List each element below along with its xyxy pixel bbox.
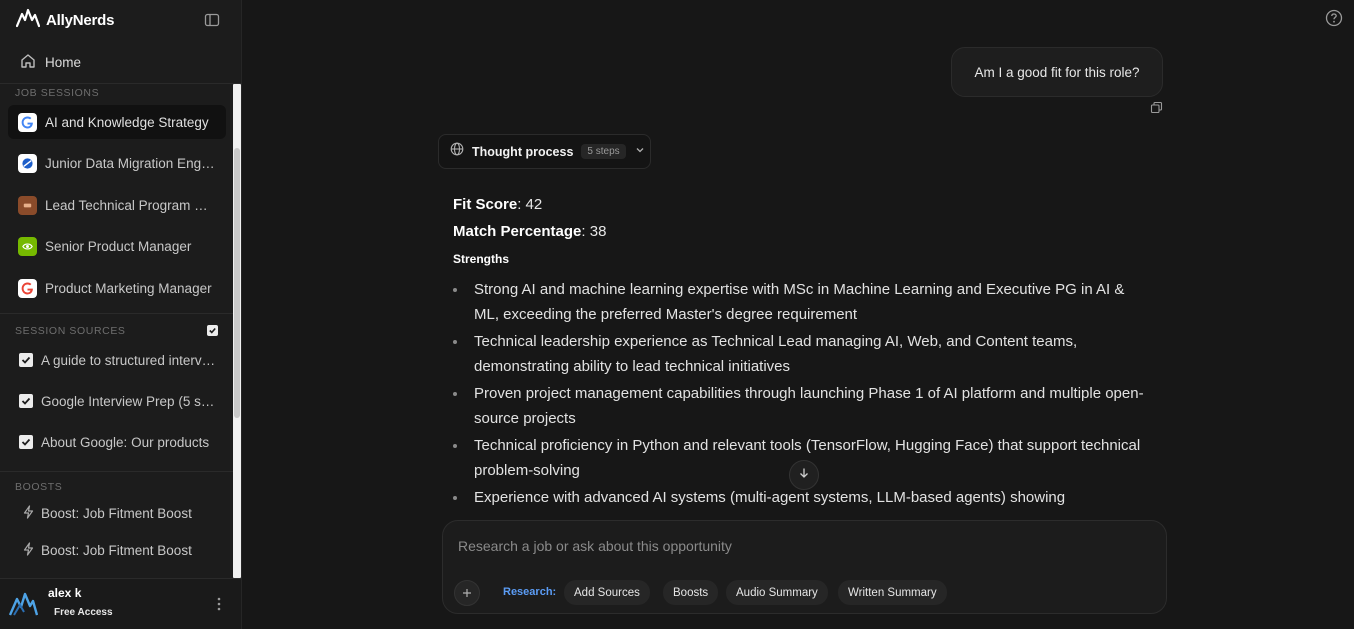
job-session-label: AI and Knowledge Strategy [45, 114, 209, 130]
session-source-label: A guide to structured interviews [41, 352, 216, 368]
source-checkbox[interactable] [19, 353, 33, 367]
strengths-heading: Strengths [453, 252, 510, 266]
copy-icon[interactable] [1150, 101, 1163, 114]
user-message-bubble: Am I a good fit for this role? [951, 47, 1163, 97]
source-checkbox[interactable] [19, 394, 33, 408]
sidebar-scrollbar[interactable] [233, 84, 241, 578]
boost-label: Boost: Job Fitment Boost [41, 505, 192, 521]
nav-home-label: Home [45, 54, 82, 70]
more-vertical-icon[interactable] [212, 596, 226, 612]
session-source-item[interactable]: A guide to structured interviews [19, 349, 224, 371]
company-logo-icon [18, 153, 37, 173]
fit-score-label: Fit Score [453, 196, 518, 213]
job-sessions-title: JOB SESSIONS [15, 87, 100, 99]
sidebar: AllyNerds Home JOB SESSIONS AI and Knowl… [0, 0, 242, 629]
user-profile[interactable]: alex k Free Access [0, 578, 241, 629]
google-logo-icon [18, 112, 37, 132]
google-logo-icon [18, 278, 37, 298]
divider [0, 471, 233, 472]
steps-badge: 5 steps [581, 144, 626, 159]
composer: Research: Add Sources Boosts Audio Summa… [442, 520, 1167, 614]
scrollbar-thumb[interactable] [234, 148, 240, 418]
add-sources-chip[interactable]: Add Sources [564, 580, 650, 605]
source-checkbox[interactable] [19, 435, 33, 449]
written-summary-chip[interactable]: Written Summary [838, 580, 947, 605]
thought-process-toggle[interactable]: Thought process 5 steps [438, 134, 651, 169]
strength-item: Strong AI and machine learning expertise… [453, 277, 1153, 327]
session-sources-title: SESSION SOURCES [15, 325, 126, 337]
user-message-text: Am I a good fit for this role? [974, 64, 1140, 80]
thought-process-label: Thought process [472, 144, 574, 159]
boosts-chip[interactable]: Boosts [663, 580, 719, 605]
job-session-item[interactable]: Junior Data Migration Engineer [8, 146, 226, 180]
brand[interactable]: AllyNerds [15, 8, 115, 33]
chevron-down-icon [634, 143, 646, 161]
job-session-item[interactable]: Lead Technical Program Manager [8, 188, 226, 222]
lightning-icon [22, 541, 35, 559]
lightning-icon [22, 504, 35, 522]
boost-label: Boost: Job Fitment Boost [41, 542, 192, 558]
match-percentage-value: : 38 [581, 223, 607, 240]
job-session-item[interactable]: AI and Knowledge Strategy [8, 105, 226, 139]
nvidia-logo-icon [18, 236, 37, 256]
job-session-label: Product Marketing Manager [45, 280, 212, 296]
match-percentage-label: Match Percentage [453, 223, 582, 240]
user-plan: Free Access [54, 607, 113, 618]
company-logo-icon [18, 195, 37, 215]
help-icon[interactable] [1325, 9, 1343, 27]
job-session-label: Lead Technical Program Manager [45, 197, 215, 213]
scroll-to-bottom-button[interactable] [789, 460, 819, 490]
nav-home[interactable]: Home [8, 49, 232, 75]
arrow-down-icon [798, 466, 810, 484]
research-label: Research: [503, 586, 557, 598]
session-source-label: About Google: Our products [41, 434, 210, 450]
composer-input[interactable] [458, 538, 1138, 554]
divider [0, 313, 233, 314]
match-percentage: Match Percentage: 38 [453, 220, 1153, 247]
audio-summary-chip[interactable]: Audio Summary [726, 580, 828, 605]
job-session-item[interactable]: Senior Product Manager [8, 229, 226, 263]
strength-item: Proven project management capabilities t… [453, 381, 1153, 431]
job-session-label: Junior Data Migration Engineer [45, 155, 215, 171]
user-name: alex k [48, 586, 82, 600]
avatar [8, 589, 39, 619]
session-source-item[interactable]: About Google: Our products [19, 431, 224, 453]
job-session-item[interactable]: Product Marketing Manager [8, 271, 226, 305]
home-icon [20, 53, 36, 72]
sidebar-toggle-icon[interactable] [204, 12, 220, 28]
strength-item: Technical leadership experience as Techn… [453, 329, 1153, 379]
select-all-sources-checkbox[interactable] [207, 325, 218, 336]
session-source-item[interactable]: Google Interview Prep (5 steps) [19, 390, 224, 412]
job-session-label: Senior Product Manager [45, 238, 192, 254]
boosts-title: BOOSTS [15, 481, 63, 493]
app-name: AllyNerds [46, 11, 115, 29]
boost-item[interactable]: Boost: Job Fitment Boost [22, 539, 192, 561]
allynerds-logo-icon [15, 8, 41, 33]
session-source-label: Google Interview Prep (5 steps) [41, 393, 216, 409]
fit-score-value: : 42 [517, 196, 543, 213]
sidebar-scroll-area: JOB SESSIONS AI and Knowledge Strategy J… [0, 84, 242, 578]
add-attachment-button[interactable] [454, 580, 480, 606]
globe-icon [450, 142, 464, 161]
boost-item[interactable]: Boost: Job Fitment Boost [22, 502, 192, 524]
fit-score: Fit Score: 42 [453, 193, 1153, 220]
